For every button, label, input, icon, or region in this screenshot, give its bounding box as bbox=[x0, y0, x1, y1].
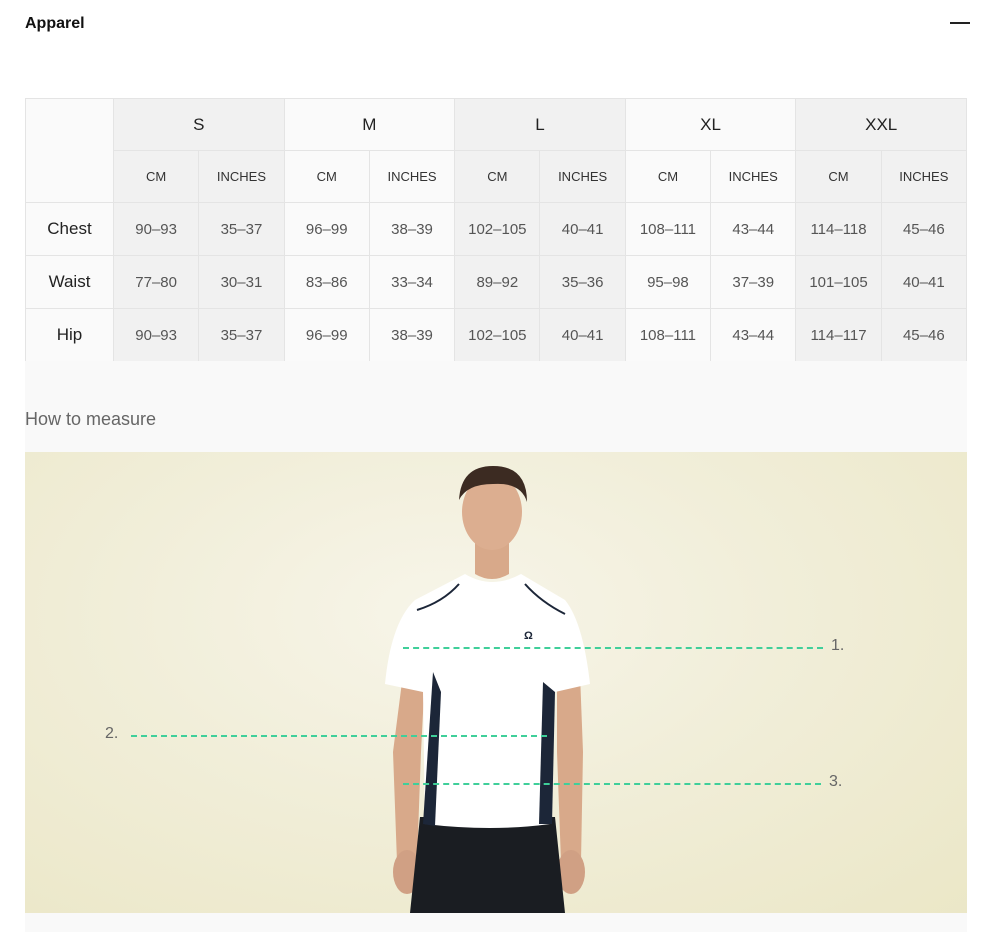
size-header: XXL bbox=[795, 98, 967, 151]
table-row: Waist 77–80 30–31 83–86 33–34 89–92 35–3… bbox=[25, 255, 968, 309]
table-row: Chest 90–93 35–37 96–99 38–39 102–105 40… bbox=[25, 202, 968, 256]
table-cell: 37–39 bbox=[710, 255, 797, 309]
table-cell: 77–80 bbox=[112, 255, 200, 309]
unit-header: CM bbox=[624, 150, 712, 203]
chest-label: 1. bbox=[831, 637, 845, 654]
unit-header: CM bbox=[795, 150, 882, 203]
table-cell: 35–37 bbox=[198, 202, 285, 256]
table-cell: 38–39 bbox=[368, 308, 456, 362]
table-cell: 43–44 bbox=[710, 308, 797, 362]
table-cell: 83–86 bbox=[283, 255, 370, 309]
size-chart-table: S M L XL XXL CM INCHES CM INCHES CM INCH… bbox=[25, 98, 968, 362]
chest-guide-line bbox=[403, 647, 823, 649]
model-figure: Ω bbox=[385, 466, 590, 913]
section-title: Apparel bbox=[25, 15, 85, 32]
table-cell: 43–44 bbox=[710, 202, 797, 256]
table-cell: 45–46 bbox=[880, 308, 968, 362]
size-header: L bbox=[454, 98, 626, 151]
table-row: Hip 90–93 35–37 96–99 38–39 102–105 40–4… bbox=[25, 308, 968, 362]
table-cell: 95–98 bbox=[624, 255, 712, 309]
table-cell: 35–37 bbox=[198, 308, 285, 362]
row-label-hip: Hip bbox=[25, 308, 114, 362]
table-cell: 35–36 bbox=[539, 255, 626, 309]
section-header: Apparel bbox=[25, 12, 970, 36]
unit-header: CM bbox=[112, 150, 200, 203]
svg-text:Ω: Ω bbox=[524, 630, 533, 642]
waist-guide-line bbox=[131, 735, 547, 737]
table-cell: 40–41 bbox=[539, 308, 626, 362]
table-cell: 40–41 bbox=[539, 202, 626, 256]
table-cell: 101–105 bbox=[795, 255, 882, 309]
unit-header: INCHES bbox=[368, 150, 456, 203]
size-header: S bbox=[113, 98, 285, 151]
table-cell: 90–93 bbox=[112, 202, 200, 256]
table-cell: 102–105 bbox=[454, 202, 541, 256]
collapse-button[interactable] bbox=[950, 12, 970, 34]
table-cell: 40–41 bbox=[880, 255, 968, 309]
table-cell: 108–111 bbox=[624, 202, 712, 256]
unit-header: INCHES bbox=[539, 150, 626, 203]
table-cell: 38–39 bbox=[368, 202, 456, 256]
table-cell: 89–92 bbox=[454, 255, 541, 309]
unit-header-row: CM INCHES CM INCHES CM INCHES CM INCHES … bbox=[26, 150, 968, 203]
waist-label: 2. bbox=[105, 725, 119, 742]
size-header-row: S M L XL XXL bbox=[25, 98, 967, 203]
table-cell: 114–117 bbox=[795, 308, 882, 362]
table-cell: 90–93 bbox=[112, 308, 200, 362]
hip-label: 3. bbox=[829, 773, 843, 790]
size-header: M bbox=[283, 98, 456, 151]
minus-icon bbox=[950, 22, 970, 24]
table-cell: 96–99 bbox=[283, 202, 370, 256]
table-cell: 114–118 bbox=[795, 202, 882, 256]
table-cell: 30–31 bbox=[198, 255, 285, 309]
size-header: XL bbox=[624, 98, 797, 151]
table-cell: 102–105 bbox=[454, 308, 541, 362]
row-label-waist: Waist bbox=[25, 255, 114, 309]
table-cell: 96–99 bbox=[283, 308, 370, 362]
unit-header: CM bbox=[283, 150, 370, 203]
how-to-measure-title: How to measure bbox=[25, 409, 157, 429]
hip-guide-line bbox=[403, 783, 821, 785]
table-cell: 33–34 bbox=[368, 255, 456, 309]
table-cell: 45–46 bbox=[880, 202, 968, 256]
measurement-illustration: Ω 1. 2. 3. bbox=[25, 452, 967, 913]
table-corner bbox=[25, 98, 114, 203]
unit-header: INCHES bbox=[198, 150, 285, 203]
table-cell: 108–111 bbox=[624, 308, 712, 362]
row-label-chest: Chest bbox=[25, 202, 114, 256]
unit-header: INCHES bbox=[880, 150, 968, 203]
unit-header: CM bbox=[454, 150, 541, 203]
how-to-measure-section: How to measure Ω 1. 2. 3. bbox=[25, 361, 967, 932]
unit-header: INCHES bbox=[710, 150, 797, 203]
